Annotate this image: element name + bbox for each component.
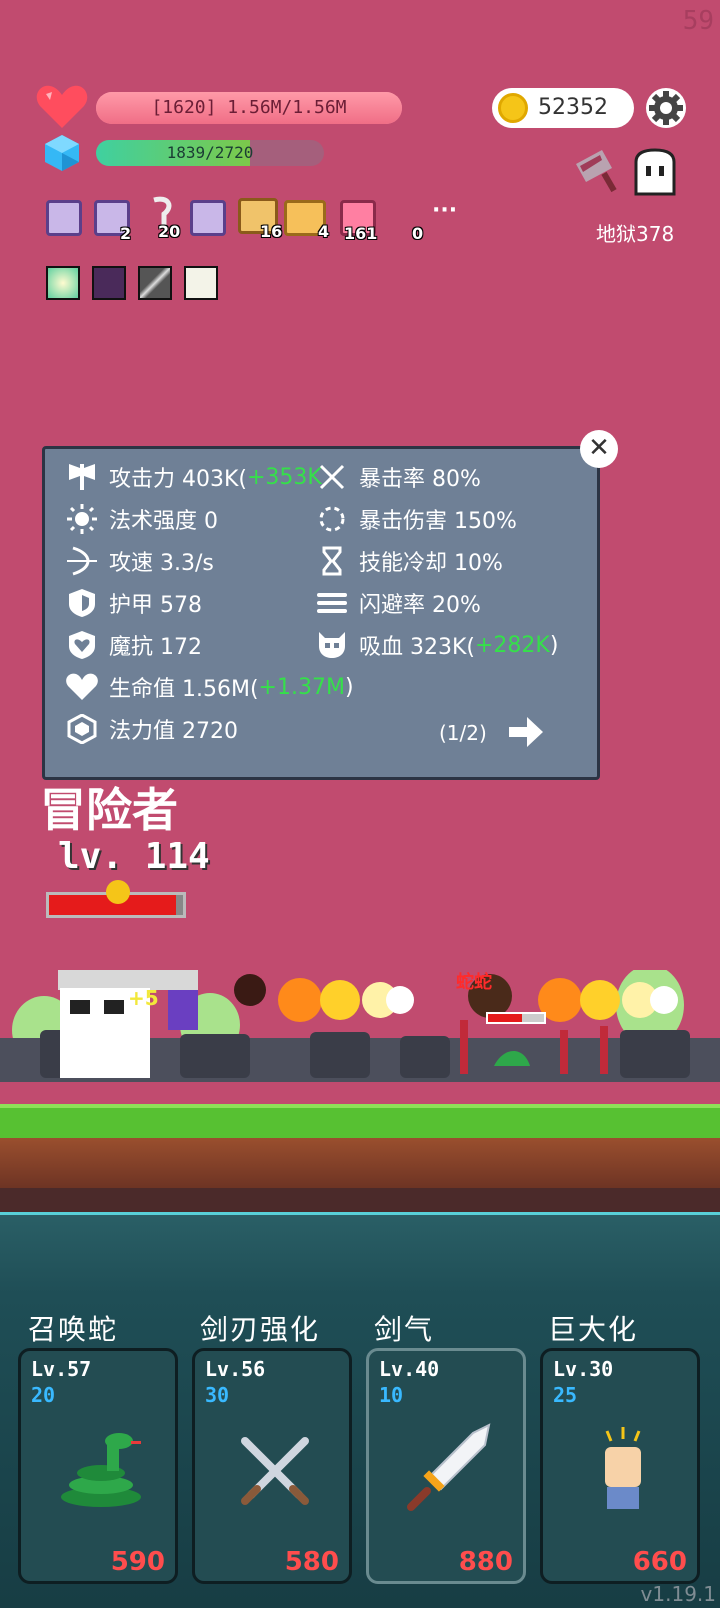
damage-popup: +5 [128, 986, 159, 1010]
scenery [0, 965, 720, 1082]
sword-icon [407, 1423, 491, 1511]
crystal-icon [45, 135, 79, 171]
stat-attack: 攻击力 403K(+353K [65, 461, 322, 493]
grass-strip [0, 1104, 720, 1138]
sprout-buff-icon [184, 266, 218, 300]
item-count: 0 [412, 224, 424, 243]
ghost-icon[interactable] [630, 148, 680, 196]
battle-scene [0, 965, 720, 1110]
sun-icon [67, 504, 97, 534]
coin-counter[interactable]: 52352 [492, 88, 634, 128]
skill-sub-value: 25 [553, 1383, 578, 1407]
stat-crit-rate: 暴击率 80% [315, 461, 481, 493]
skill-level: Lv.30 [553, 1357, 614, 1381]
heart-shield-icon [69, 631, 95, 659]
skill-name: 巨大化 [548, 1313, 639, 1346]
dirt-dark [0, 1188, 720, 1212]
dirt-strip [0, 1138, 720, 1188]
stat-armor: 护甲 578 [65, 587, 202, 619]
stat-dodge: 闪避率 20% [315, 587, 481, 619]
stage-label: 地狱378 [596, 222, 675, 246]
sun-buff-icon [46, 266, 80, 300]
item-count: 2 [120, 224, 132, 243]
mp-bar: 1839/2720 [96, 140, 324, 166]
snake-icon [61, 1433, 141, 1507]
monster-buff-icon [92, 266, 126, 300]
scroll-purple-icon[interactable] [190, 200, 226, 236]
skill-level: Lv.40 [379, 1357, 440, 1381]
stat-cooldown: 技能冷却 10% [315, 545, 503, 577]
gear-icon[interactable] [644, 86, 688, 130]
skill-name: 召唤蛇 [28, 1313, 119, 1346]
skill-card-summon-snake[interactable]: Lv.57 20 590 [18, 1348, 178, 1584]
shield-icon [69, 589, 95, 617]
item-count: 4 [318, 222, 330, 241]
scroll-purple-icon[interactable] [46, 200, 82, 236]
stat-lifesteal: 吸血 323K(+282K) [315, 629, 558, 661]
close-icon[interactable]: ✕ [580, 430, 618, 468]
hexagon-icon [67, 714, 97, 744]
item-count: 161 [344, 224, 378, 243]
heart-icon [36, 85, 88, 128]
dodge-lines-icon [317, 593, 347, 613]
fist-icon [605, 1427, 641, 1509]
hp-bar: [1620] 1.56M/1.56M [96, 92, 402, 124]
hourglass-icon [322, 546, 342, 576]
arrow-right-icon[interactable] [507, 715, 545, 749]
version-label: v1.19.1 [640, 1582, 716, 1606]
skill-sub-value: 30 [205, 1383, 230, 1407]
page-indicator: (1/2) [439, 721, 487, 745]
skill-level: Lv.56 [205, 1357, 266, 1381]
stat-magic-resist: 魔抗 172 [65, 629, 202, 661]
crit-target-icon [319, 464, 345, 490]
item-count: 20 [158, 222, 181, 241]
crossed-swords-icon [241, 1437, 309, 1505]
skill-cost: 880 [458, 1547, 513, 1577]
skill-cost: 590 [110, 1547, 165, 1577]
hero-name: 冒险者 [40, 783, 178, 837]
skill-cost: 660 [632, 1547, 687, 1577]
coin-icon [498, 93, 528, 123]
skill-name: 剑气 [374, 1313, 435, 1346]
skill-card-sword-qi[interactable]: Lv.40 10 880 [366, 1348, 526, 1584]
fps-counter: 59 [682, 6, 714, 36]
hp-text: [1620] 1.56M/1.56M [151, 97, 347, 118]
enemy-name: 蛇蛇 [456, 972, 492, 993]
stats-panel: 攻击力 403K(+353K 法术强度 0 攻速 3.3/s 护甲 578 魔抗… [42, 446, 600, 780]
stat-health: 生命值 1.56M(+1.37M) [65, 671, 354, 703]
sword-buff-icon [138, 266, 172, 300]
skill-sub-value: 20 [31, 1383, 56, 1407]
enemy-hp-bar [486, 1012, 546, 1024]
heart-icon [66, 673, 98, 700]
stat-attack-speed: 攻速 3.3/s [65, 545, 214, 577]
item-count: 16 [260, 222, 283, 241]
coin-drop-icon [106, 880, 130, 904]
more-items-button[interactable]: ··· [432, 198, 457, 223]
skill-card-giant[interactable]: Lv.30 25 660 [540, 1348, 700, 1584]
skill-sub-value: 10 [379, 1383, 404, 1407]
coin-value: 52352 [538, 95, 608, 120]
skull-icon [319, 632, 345, 658]
skill-cost: 580 [284, 1547, 339, 1577]
crit-circle-icon [319, 506, 345, 532]
skill-level: Lv.57 [31, 1357, 92, 1381]
stat-spell-power: 法术强度 0 [65, 503, 218, 535]
stat-crit-damage: 暴击伤害 150% [315, 503, 517, 535]
mp-text: 1839/2720 [166, 143, 254, 162]
axe-icon [69, 464, 95, 490]
skill-name: 剑刃强化 [200, 1313, 321, 1346]
hero-level: lv. 114 [58, 836, 210, 877]
stat-mana: 法力值 2720 [65, 713, 238, 745]
bow-icon [67, 546, 97, 576]
cleaver-icon[interactable] [572, 146, 628, 194]
skill-card-blade-enhance[interactable]: Lv.56 30 580 [192, 1348, 352, 1584]
